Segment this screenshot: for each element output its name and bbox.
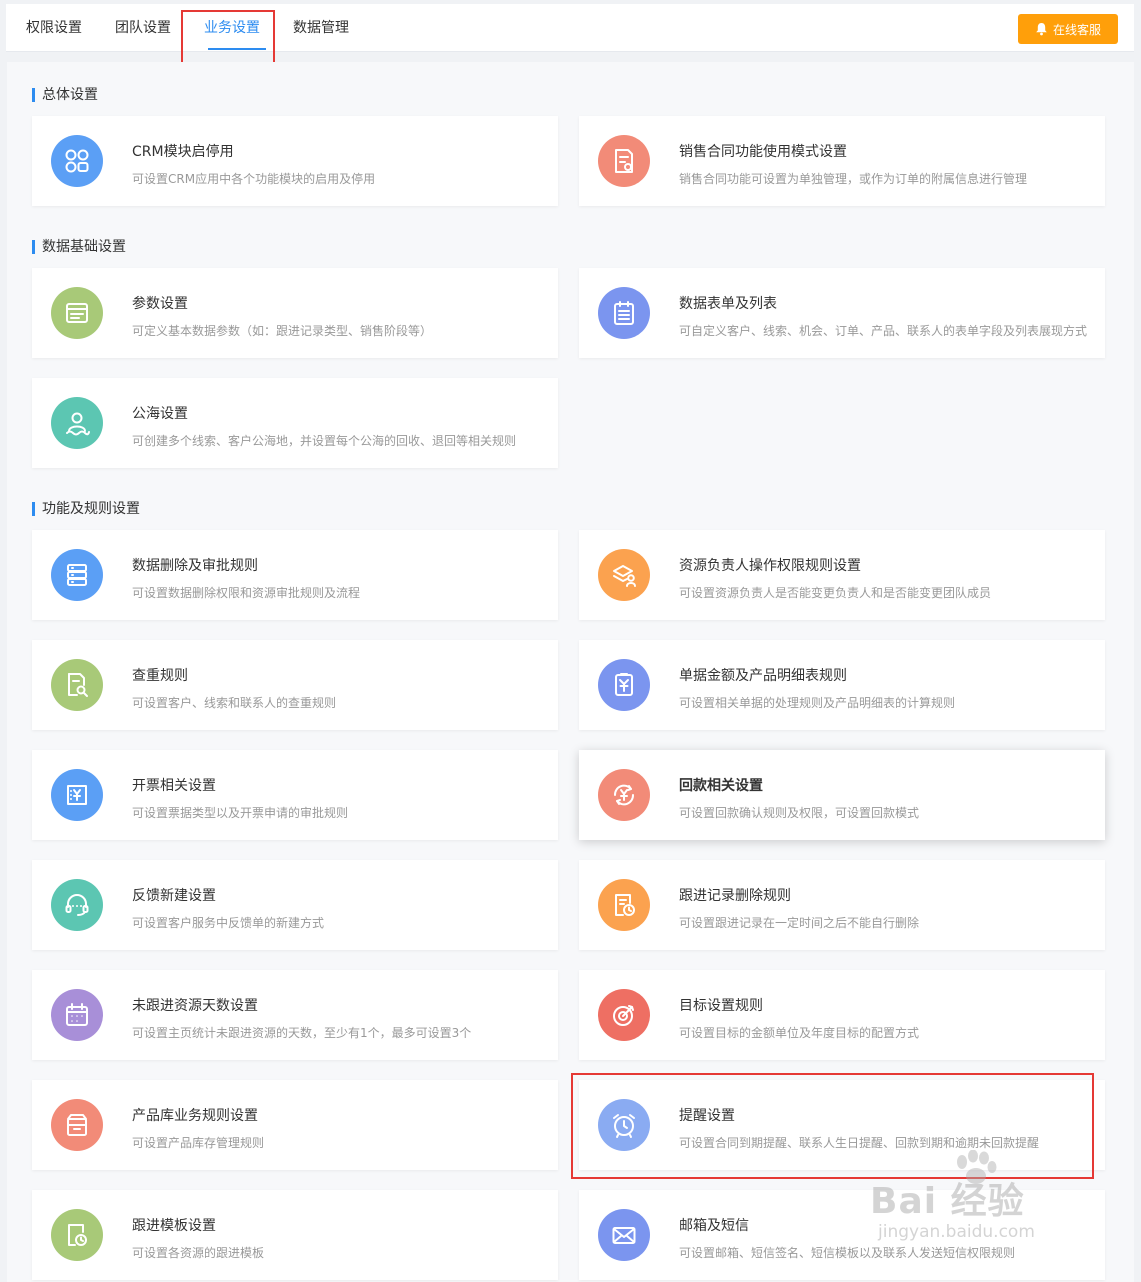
card-owner-permission-rules[interactable]: 资源负责人操作权限规则设置可设置资源负责人是否能变更负责人和是否能变更团队成员: [579, 530, 1105, 620]
online-support-label: 在线客服: [1052, 22, 1101, 37]
card-title: 公海设置: [132, 406, 188, 422]
card-reminder[interactable]: 提醒设置可设置合同到期提醒、联系人生日提醒、回款到期和逾期未回款提醒: [579, 1080, 1105, 1170]
active-tab-indicator: [208, 48, 266, 50]
contract-icon: [598, 135, 650, 187]
card-title: 跟进记录删除规则: [679, 888, 791, 904]
card-crm-modules[interactable]: CRM模块启停用可设置CRM应用中各个功能模块的启用及停用: [32, 116, 558, 206]
doc-search-icon: [51, 659, 103, 711]
card-parameters[interactable]: 参数设置可定义基本数据参数（如：跟进记录类型、销售阶段等）: [32, 268, 558, 358]
card-description: 可设置主页统计未跟进资源的天数，至少有1个，最多可设置3个: [132, 1026, 472, 1040]
card-followup-deletion[interactable]: 跟进记录删除规则可设置跟进记录在一定时间之后不能自行删除: [579, 860, 1105, 950]
section-rules-title: 功能及规则设置: [32, 502, 140, 516]
card-data-deletion-approval[interactable]: 数据删除及审批规则可设置数据删除权限和资源审批规则及流程: [32, 530, 558, 620]
online-support-button[interactable]: 在线客服: [1018, 14, 1118, 44]
card-description: 可定义基本数据参数（如：跟进记录类型、销售阶段等）: [132, 324, 433, 338]
card-title: 未跟进资源天数设置: [132, 998, 258, 1014]
card-description: 可设置相关单据的处理规则及产品明细表的计算规则: [679, 696, 956, 710]
card-followup-template[interactable]: 跟进模板设置可设置各资源的跟进模板: [32, 1190, 558, 1280]
box-icon: [51, 1099, 103, 1151]
card-description: 可设置资源负责人是否能变更负责人和是否能变更团队成员: [679, 586, 992, 600]
card-title: 数据表单及列表: [679, 296, 777, 312]
card-forms-and-lists[interactable]: 数据表单及列表可自定义客户、线索、机会、订单、产品、联系人的表单字段及列表展现方…: [579, 268, 1105, 358]
card-description: 可设置跟进记录在一定时间之后不能自行删除: [679, 916, 920, 930]
card-title: 单据金额及产品明细表规则: [679, 668, 847, 684]
card-description: 可自定义客户、线索、机会、订单、产品、联系人的表单字段及列表展现方式: [679, 324, 1088, 338]
card-description: 可设置CRM应用中各个功能模块的启用及停用: [132, 172, 376, 186]
section-data-base-title: 数据基础设置: [32, 240, 126, 254]
clipboard-list-icon: [598, 287, 650, 339]
top-tab-bar: 权限设置 团队设置 业务设置 数据管理 在线客服: [6, 4, 1134, 52]
bell-icon: [1036, 23, 1047, 36]
card-title: 产品库业务规则设置: [132, 1108, 258, 1124]
tab-business[interactable]: 业务设置: [204, 4, 260, 52]
card-product-library[interactable]: 产品库业务规则设置 可设置产品库存管理规则: [32, 1080, 558, 1170]
section-general-title: 总体设置: [32, 88, 98, 102]
card-public-sea[interactable]: 公海设置可创建多个线索、客户公海地，并设置每个公海的回收、退回等相关规则: [32, 378, 558, 468]
layers-user-icon: [598, 549, 650, 601]
doc-clock-icon: [598, 879, 650, 931]
card-description: 可设置客户服务中反馈单的新建方式: [132, 916, 325, 930]
invoice-icon: [51, 769, 103, 821]
card-description: 可设置回款确认规则及权限，可设置回款模式: [679, 806, 920, 820]
form-icon: [51, 287, 103, 339]
card-title: 参数设置: [132, 296, 188, 312]
card-title: 数据删除及审批规则: [132, 558, 258, 574]
tab-permissions[interactable]: 权限设置: [26, 4, 82, 52]
yen-doc-icon: [598, 659, 650, 711]
tab-team[interactable]: 团队设置: [115, 4, 171, 52]
card-description: 可设置数据删除权限和资源审批规则及流程: [132, 586, 361, 600]
card-email-sms[interactable]: 邮箱及短信可设置邮箱、短信签名、短信模板以及联系人发送短信权限规则: [579, 1190, 1105, 1280]
card-title: 开票相关设置: [132, 778, 216, 794]
mail-icon: [598, 1209, 650, 1261]
card-title: 跟进模板设置: [132, 1218, 216, 1234]
card-duplicate-check[interactable]: 查重规则可设置客户、线索和联系人的查重规则: [32, 640, 558, 730]
card-title: CRM模块启停用: [132, 144, 234, 160]
modules-icon: [51, 135, 103, 187]
card-description: 销售合同功能可设置为单独管理，或作为订单的附属信息进行管理: [679, 172, 1028, 186]
card-payment-collection[interactable]: 回款相关设置可设置回款确认规则及权限，可设置回款模式: [579, 750, 1105, 840]
card-description: 可设置目标的金额单位及年度目标的配置方式: [679, 1026, 920, 1040]
alarm-clock-icon: [598, 1099, 650, 1151]
card-target-rules[interactable]: 目标设置规则可设置目标的金额单位及年度目标的配置方式: [579, 970, 1105, 1060]
card-title: 资源负责人操作权限规则设置: [679, 558, 861, 574]
target-icon: [598, 989, 650, 1041]
card-title: 反馈新建设置: [132, 888, 216, 904]
card-title: 回款相关设置: [679, 778, 763, 794]
card-description: 可设置产品库存管理规则: [132, 1136, 265, 1150]
user-sea-icon: [51, 397, 103, 449]
card-title: 目标设置规则: [679, 998, 763, 1014]
card-description: 可设置邮箱、短信签名、短信模板以及联系人发送短信权限规则: [679, 1246, 1016, 1260]
yen-cycle-icon: [598, 769, 650, 821]
headset-icon: [51, 879, 103, 931]
card-feedback-creation[interactable]: 反馈新建设置可设置客户服务中反馈单的新建方式: [32, 860, 558, 950]
card-description: 可设置票据类型以及开票申请的审批规则: [132, 806, 349, 820]
card-unfollowed-days[interactable]: 未跟进资源天数设置可设置主页统计未跟进资源的天数，至少有1个，最多可设置3个: [32, 970, 558, 1060]
calendar-icon: [51, 989, 103, 1041]
card-title: 查重规则: [132, 668, 188, 684]
card-description: 可设置客户、线索和联系人的查重规则: [132, 696, 337, 710]
server-icon: [51, 549, 103, 601]
card-description: 可设置各资源的跟进模板: [132, 1246, 265, 1260]
card-title: 邮箱及短信: [679, 1218, 749, 1234]
card-invoice[interactable]: 开票相关设置可设置票据类型以及开票申请的审批规则: [32, 750, 558, 840]
tab-data-management[interactable]: 数据管理: [293, 4, 349, 52]
template-clock-icon: [51, 1209, 103, 1261]
card-title: 提醒设置: [679, 1108, 735, 1124]
card-title: 销售合同功能使用模式设置: [679, 144, 847, 160]
card-description: 可创建多个线索、客户公海地，并设置每个公海的回收、退回等相关规则: [132, 434, 517, 448]
card-amount-product-detail[interactable]: 单据金额及产品明细表规则可设置相关单据的处理规则及产品明细表的计算规则: [579, 640, 1105, 730]
card-sales-contract-mode[interactable]: 销售合同功能使用模式设置销售合同功能可设置为单独管理，或作为订单的附属信息进行管…: [579, 116, 1105, 206]
card-description: 可设置合同到期提醒、联系人生日提醒、回款到期和逾期未回款提醒: [679, 1136, 1040, 1150]
